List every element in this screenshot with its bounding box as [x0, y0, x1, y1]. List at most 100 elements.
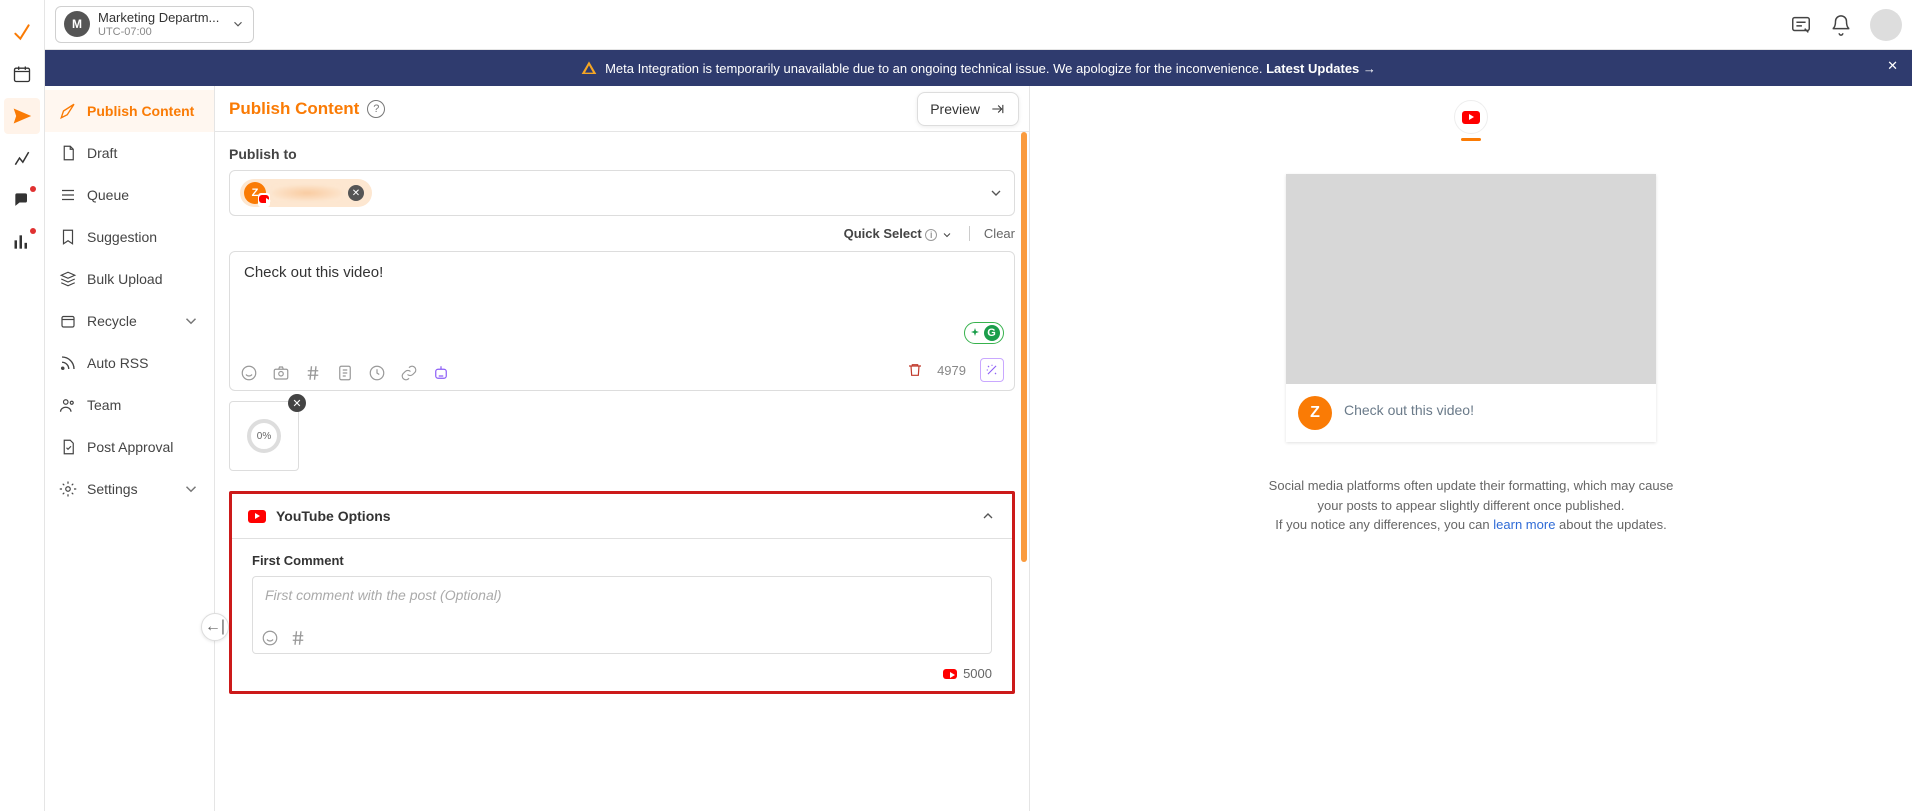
char-count: 4979 — [937, 363, 966, 378]
rail-analytics-icon[interactable] — [4, 140, 40, 176]
first-comment-label: First Comment — [252, 553, 992, 568]
grammarly-pill[interactable]: G — [964, 322, 1004, 344]
warning-banner: Meta Integration is temporarily unavaila… — [45, 50, 1912, 86]
main-area: ←| Publish Content ? Preview Publish to … — [215, 86, 1912, 811]
banner-link[interactable]: Latest Updates → — [1266, 61, 1376, 76]
chevron-down-icon — [182, 312, 200, 330]
publish-to-select[interactable]: Z ✕ — [229, 170, 1015, 216]
center-column: ←| Publish Content ? Preview Publish to … — [215, 86, 1030, 811]
camera-icon[interactable] — [272, 364, 290, 382]
preview-card: Z Check out this video! — [1286, 174, 1656, 442]
rail-messages-icon[interactable] — [4, 182, 40, 218]
first-comment-textarea[interactable]: First comment with the post (Optional) — [252, 576, 992, 654]
banner-text: Meta Integration is temporarily unavaila… — [605, 61, 1262, 76]
sidebar-label: Queue — [87, 187, 129, 203]
rail-insights-icon[interactable] — [4, 224, 40, 260]
youtube-icon — [248, 510, 266, 523]
notes-icon[interactable] — [1790, 14, 1812, 36]
first-comment-count: 5000 — [963, 666, 992, 681]
preview-disclaimer: Social media platforms often update thei… — [1261, 476, 1681, 535]
icon-rail — [0, 0, 45, 811]
banner-close[interactable]: ✕ — [1887, 58, 1898, 74]
preview-tab-youtube[interactable] — [1454, 100, 1488, 134]
rail-publish-icon[interactable] — [4, 98, 40, 134]
preview-column: Z Check out this video! Social media pla… — [1030, 86, 1912, 811]
compose-text: Check out this video! — [244, 264, 383, 281]
center-scroll[interactable]: Publish to Z ✕ Quick Select i Clear Chec… — [215, 132, 1029, 811]
collapse-sidebar-button[interactable]: ←| — [201, 613, 229, 641]
sidebar-label: Suggestion — [87, 229, 157, 245]
first-comment-placeholder: First comment with the post (Optional) — [265, 587, 979, 603]
page-title: Publish Content — [229, 99, 359, 119]
youtube-options-panel: YouTube Options First Comment First comm… — [229, 491, 1015, 694]
emoji-icon[interactable] — [240, 364, 258, 382]
sidebar-label: Post Approval — [87, 439, 173, 455]
sidebar-item-queue[interactable]: Queue — [45, 174, 214, 216]
sidebar-item-recycle[interactable]: Recycle — [45, 300, 214, 342]
sidebar-item-draft[interactable]: Draft — [45, 132, 214, 174]
link-icon[interactable] — [400, 364, 418, 382]
hashtag-icon[interactable] — [304, 364, 322, 382]
sidebar-label: Bulk Upload — [87, 271, 163, 287]
publish-to-label: Publish to — [229, 146, 1015, 162]
compose-toolbar — [240, 364, 450, 382]
org-name: Marketing Departm... — [98, 11, 219, 25]
org-timezone: UTC-07:00 — [98, 26, 219, 38]
remove-upload-button[interactable]: ✕ — [288, 394, 306, 412]
sidebar-item-post-approval[interactable]: Post Approval — [45, 426, 214, 468]
sidebar-label: Team — [87, 397, 121, 413]
compose-textarea[interactable]: Check out this video! G 4979 — [229, 251, 1015, 391]
learn-more-link[interactable]: learn more — [1493, 517, 1555, 532]
channel-chip: Z ✕ — [240, 179, 372, 207]
youtube-options-header[interactable]: YouTube Options — [232, 494, 1012, 539]
sidebar-item-publish-content[interactable]: Publish Content — [45, 90, 214, 132]
youtube-icon — [1462, 111, 1480, 124]
grammarly-icon: G — [984, 325, 1000, 341]
ai-icon[interactable] — [432, 364, 450, 382]
preview-toggle[interactable]: Preview — [917, 92, 1019, 126]
center-header: Publish Content ? Preview — [215, 86, 1029, 132]
rail-calendar-icon[interactable] — [4, 56, 40, 92]
youtube-badge-icon — [258, 193, 270, 207]
sidebar-item-bulk-upload[interactable]: Bulk Upload — [45, 258, 214, 300]
sidebar-item-auto-rss[interactable]: Auto RSS — [45, 342, 214, 384]
upload-tile: 0% ✕ — [229, 401, 299, 471]
template-icon[interactable] — [336, 364, 354, 382]
sidebar-item-suggestion[interactable]: Suggestion — [45, 216, 214, 258]
sidebar-label: Settings — [87, 481, 138, 497]
org-switcher[interactable]: M Marketing Departm... UTC-07:00 — [55, 6, 254, 42]
preview-avatar: Z — [1298, 396, 1332, 430]
chevron-down-icon — [231, 17, 245, 31]
youtube-options-label: YouTube Options — [276, 508, 391, 524]
sidebar-item-team[interactable]: Team — [45, 384, 214, 426]
chevron-down-icon[interactable] — [988, 185, 1004, 201]
sidebar-label: Publish Content — [87, 103, 194, 119]
upload-progress: 0% — [247, 419, 281, 453]
youtube-icon — [943, 669, 957, 679]
bell-icon[interactable] — [1830, 14, 1852, 36]
rail-logo[interactable] — [4, 14, 40, 50]
sidebar-label: Recycle — [87, 313, 137, 329]
magic-wand-button[interactable] — [980, 358, 1004, 382]
channel-avatar: Z — [244, 182, 266, 204]
remove-channel-button[interactable]: ✕ — [348, 185, 364, 201]
chevron-up-icon — [980, 508, 996, 524]
chevron-down-icon — [182, 480, 200, 498]
schedule-icon[interactable] — [368, 364, 386, 382]
user-avatar[interactable] — [1870, 9, 1902, 41]
preview-label: Preview — [930, 101, 980, 117]
sidebar-label: Draft — [87, 145, 117, 161]
help-icon[interactable]: ? — [367, 100, 385, 118]
trash-icon[interactable] — [907, 362, 923, 378]
hashtag-icon[interactable] — [289, 629, 307, 647]
channel-name-blur — [272, 185, 342, 201]
spark-icon — [969, 327, 981, 339]
sidebar-label: Auto RSS — [87, 355, 148, 371]
clear-button[interactable]: Clear — [969, 226, 1015, 241]
quick-select[interactable]: Quick Select i — [844, 226, 953, 241]
sidebar-item-settings[interactable]: Settings — [45, 468, 214, 510]
emoji-icon[interactable] — [261, 629, 279, 647]
topbar: M Marketing Departm... UTC-07:00 — [45, 0, 1912, 50]
accent-scrollbar[interactable] — [1021, 132, 1027, 562]
sidebar: Publish Content Draft Queue Suggestion B… — [45, 86, 215, 811]
